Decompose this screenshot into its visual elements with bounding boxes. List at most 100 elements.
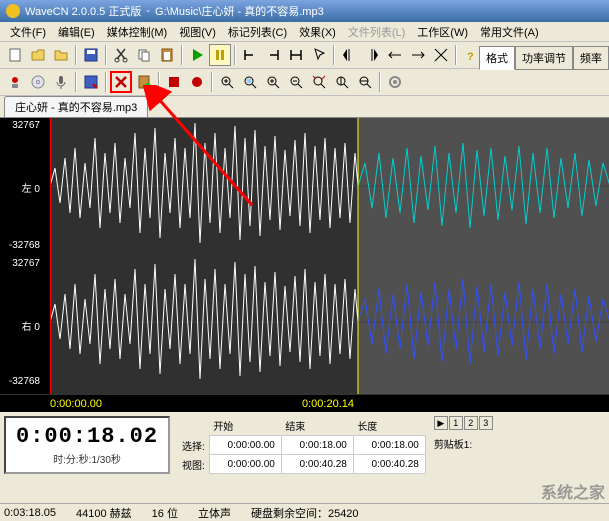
- paste-new-button[interactable]: [133, 71, 155, 93]
- menu-workspace[interactable]: 工作区(W): [411, 23, 474, 41]
- label-r-min: -32768: [0, 376, 40, 387]
- svg-text:?: ?: [467, 51, 474, 63]
- delete-button[interactable]: [110, 71, 132, 93]
- menu-edit[interactable]: 编辑(E): [52, 23, 101, 41]
- pause-button[interactable]: [209, 44, 231, 66]
- label-left: 左 0: [0, 180, 40, 195]
- toolbar-2: [0, 69, 609, 96]
- menu-file[interactable]: 文件(F): [4, 23, 52, 41]
- sel-start-value[interactable]: 0:00:00.00: [209, 436, 281, 455]
- timecode-display: 0:00:18.02 时:分:秒:1/30秒: [4, 416, 170, 474]
- status-diskspace: 硬盘剩余空间：25420: [251, 505, 359, 521]
- sel-expand-r-icon: [410, 47, 426, 63]
- sel-expand-l-button[interactable]: [384, 44, 406, 66]
- zoom-fit-icon: [219, 74, 235, 90]
- play-icon: [189, 47, 205, 63]
- nav-play-button[interactable]: ▶: [434, 416, 448, 430]
- marker-end-button[interactable]: [262, 44, 284, 66]
- timecode-format: 时:分:秒:1/30秒: [16, 451, 158, 466]
- tab-format[interactable]: 格式: [479, 46, 515, 70]
- time-ruler[interactable]: 0:00:00.00 0:00:20.14: [0, 394, 609, 412]
- mic-button[interactable]: [50, 71, 72, 93]
- app-icon: [6, 4, 20, 18]
- nav-page-1[interactable]: 1: [449, 416, 463, 430]
- zoom-v-in-button[interactable]: [331, 71, 353, 93]
- label-l-max: 32767: [0, 120, 40, 131]
- view-start-value[interactable]: 0:00:00.00: [209, 455, 281, 474]
- label-r-max: 32767: [0, 258, 40, 269]
- sel-left-button[interactable]: [338, 44, 360, 66]
- waveform-area[interactable]: 32767 左 0 -32768 32767 右 0 -32768: [0, 118, 609, 394]
- separator: [379, 72, 381, 92]
- zoom-sel-button[interactable]: [239, 71, 261, 93]
- menubar: 文件(F) 编辑(E) 媒体控制(M) 视图(V) 标记列表(C) 效果(X) …: [0, 22, 609, 42]
- row-view-label: 视图:: [178, 455, 209, 474]
- zoom-v-in-icon: [334, 74, 350, 90]
- delete-x-icon: [113, 74, 129, 90]
- sel-right-icon: [364, 47, 380, 63]
- zoom-sel-icon: [242, 74, 258, 90]
- record-device-icon: [7, 74, 23, 90]
- folder-icon: [53, 47, 69, 63]
- cursor-button[interactable]: [308, 44, 330, 66]
- sel-expand-l-icon: [387, 47, 403, 63]
- marker-start-icon: [242, 47, 258, 63]
- save-as-button[interactable]: [80, 71, 102, 93]
- file-tabs: 庄心妍 - 真的不容易.mp3: [0, 96, 609, 118]
- waveform-canvas[interactable]: [50, 118, 609, 394]
- title-app: WaveCN 2.0.0.5 正式版: [25, 3, 141, 19]
- cut-button[interactable]: [110, 44, 132, 66]
- col-len: 长度: [353, 416, 425, 436]
- file-tab[interactable]: 庄心妍 - 真的不容易.mp3: [4, 96, 148, 117]
- menu-filelist[interactable]: 文件列表(L): [342, 23, 411, 41]
- nav-page-2[interactable]: 2: [464, 416, 478, 430]
- new-button[interactable]: [4, 44, 26, 66]
- paste-new-icon: [136, 74, 152, 90]
- sel-shrink-button[interactable]: [430, 44, 452, 66]
- marker-start-button[interactable]: [239, 44, 261, 66]
- marker-both-button[interactable]: [285, 44, 307, 66]
- separator: [158, 72, 160, 92]
- menu-effect[interactable]: 效果(X): [293, 23, 342, 41]
- stop-button[interactable]: [163, 71, 185, 93]
- view-end-value[interactable]: 0:00:40.28: [281, 455, 353, 474]
- stop-icon: [166, 74, 182, 90]
- tab-freq[interactable]: 频率: [573, 46, 609, 70]
- selection-table: 开始 结束 长度 选择: 0:00:00.00 0:00:18.00 0:00:…: [178, 416, 426, 474]
- cd-button[interactable]: [27, 71, 49, 93]
- play-button[interactable]: [186, 44, 208, 66]
- separator: [234, 45, 236, 65]
- zoom-v-out-button[interactable]: [354, 71, 376, 93]
- separator: [211, 72, 213, 92]
- paste-button[interactable]: [156, 44, 178, 66]
- tab-power[interactable]: 功率调节: [515, 46, 573, 70]
- folder-open-icon: [30, 47, 46, 63]
- open-button[interactable]: [27, 44, 49, 66]
- settings-button[interactable]: [384, 71, 406, 93]
- zoom-fit-button[interactable]: [216, 71, 238, 93]
- sel-len-value[interactable]: 0:00:18.00: [353, 436, 425, 455]
- cursor-icon: [311, 47, 327, 63]
- zoom-in-button[interactable]: [262, 71, 284, 93]
- separator: [333, 45, 335, 65]
- menu-marklist[interactable]: 标记列表(C): [222, 23, 293, 41]
- col-start: 开始: [209, 416, 281, 436]
- zoom-all-button[interactable]: [308, 71, 330, 93]
- menu-media[interactable]: 媒体控制(M): [101, 23, 174, 41]
- sel-end-value[interactable]: 0:00:18.00: [281, 436, 353, 455]
- save-button[interactable]: [80, 44, 102, 66]
- view-len-value[interactable]: 0:00:40.28: [353, 455, 425, 474]
- menu-commonfile[interactable]: 常用文件(A): [474, 23, 545, 41]
- separator: [455, 45, 457, 65]
- save-icon: [83, 47, 99, 63]
- record-device-button[interactable]: [4, 71, 26, 93]
- copy-button[interactable]: [133, 44, 155, 66]
- status-channels: 立体声: [198, 505, 231, 521]
- nav-page-3[interactable]: 3: [479, 416, 493, 430]
- zoom-out-button[interactable]: [285, 71, 307, 93]
- menu-view[interactable]: 视图(V): [173, 23, 222, 41]
- record-button[interactable]: [186, 71, 208, 93]
- sel-expand-r-button[interactable]: [407, 44, 429, 66]
- open-folder-button[interactable]: [50, 44, 72, 66]
- sel-right-button[interactable]: [361, 44, 383, 66]
